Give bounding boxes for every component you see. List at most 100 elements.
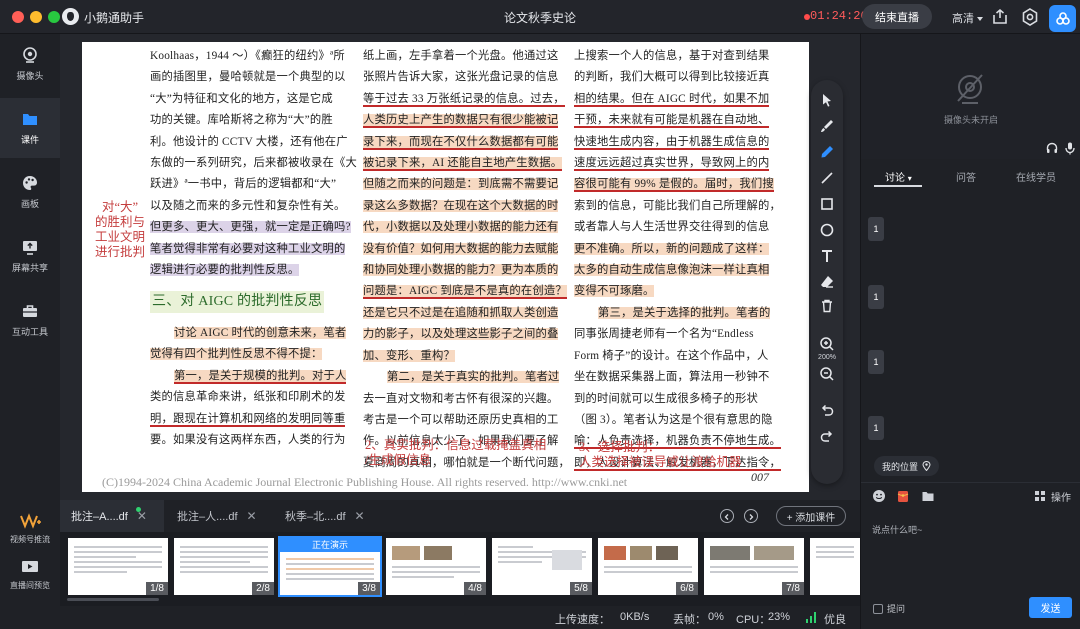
my-position-button[interactable]: 我的位置 (874, 456, 940, 476)
maximize-window-button[interactable] (48, 11, 60, 23)
circle-icon[interactable] (817, 220, 837, 240)
sidebar-label: 画板 (20, 199, 39, 209)
sidebar-item-courseware[interactable]: 课件 (0, 98, 60, 158)
doc-line: 的判断，我们大概可以得到比较接近真 (574, 71, 770, 84)
trash-icon[interactable] (817, 296, 837, 316)
folder-icon[interactable] (921, 489, 935, 503)
minimize-window-button[interactable] (30, 11, 42, 23)
toolbox-icon (23, 305, 37, 317)
thumbnail-page-5[interactable]: 5/8 (492, 538, 592, 595)
share-icon[interactable] (990, 7, 1010, 27)
pen-icon[interactable] (817, 142, 837, 162)
send-button[interactable]: 发送 (1029, 597, 1072, 618)
sidebar-label: 屏幕共享 (11, 263, 48, 273)
sidebar-item-camera[interactable]: 摄像头 (0, 34, 60, 94)
chevron-down-icon (977, 17, 983, 22)
doc-line: 坐在数据采集器上面，算法用一秒钟不 (574, 371, 770, 384)
thumbnail-page-7[interactable]: 7/8 (704, 538, 804, 595)
next-page-button[interactable] (744, 509, 758, 523)
line-icon[interactable] (817, 168, 837, 188)
close-window-button[interactable] (12, 11, 24, 23)
thumbnail-page-4[interactable]: 4/8 (386, 538, 486, 595)
sidebar-label: 视频号推流 (10, 535, 50, 544)
highlight-orange: 没有价值？如何用大数据的能力去赋能 (363, 242, 559, 255)
sidebar-item-screen-share[interactable]: 屏幕共享 (0, 226, 60, 286)
chat-message: 1 (868, 217, 884, 241)
highlight-orange: 太多的自动生成信息像泡沫一样让真相 (574, 264, 770, 277)
sidebar-item-interactive-tools[interactable]: 互动工具 (0, 290, 60, 350)
right-panel: 摄像头未开启 讨论 ▾ 问答 在线学员 1 1 1 1 我的位置 操作 说点什么… (860, 34, 1080, 629)
sidebar-item-whiteboard[interactable]: 画板 (0, 162, 60, 222)
thumbnail-page-1[interactable]: 1/8 (68, 538, 168, 595)
annotation-toolbar: 200% (811, 80, 843, 484)
tab-online-students[interactable]: 在线学员 (1016, 169, 1056, 184)
dropped-frames-value: 0% (708, 611, 724, 623)
thumbnail-page-6[interactable]: 6/8 (598, 538, 698, 595)
operations-button[interactable]: 操作 (1051, 489, 1071, 504)
doc-line: 被记录下来，AI 还能自主地产生数据。 (363, 153, 563, 174)
thumbnail-page-3[interactable]: 正在演示 3/8 (278, 536, 382, 597)
doc-line: 张照片告诉大家，这张光盘记录的信息 (363, 71, 559, 84)
underline-red: 等于过去 33 万张纸记录的信息。过去， (363, 92, 565, 107)
annotation-truth-critique: 2、真实批判：信息过载掩盖真相 /生成假信息 (365, 438, 546, 468)
close-icon[interactable]: ✕ (247, 509, 257, 523)
document-column-2: 纸上画，左手拿着一个光盘。他通过这 张照片告诉大家，这张光盘记录的信息 等于过去… (363, 46, 570, 474)
quality-select[interactable]: 高清 (952, 10, 983, 26)
doc-line: 明，跟现在计算机和网络的发明同等重 (150, 409, 356, 430)
doc-line: 笔者觉得非常有必要对这种工业文明的 (150, 239, 356, 260)
red-packet-icon[interactable] (896, 489, 910, 503)
cloud-icon (1055, 11, 1070, 25)
doc-line: 太多的自动生成信息像泡沫一样让真相 (574, 260, 779, 281)
microphone-icon[interactable] (1064, 141, 1076, 155)
document-page[interactable]: Koolhaas，1944 ～）《癫狂的纽约》ª所 画的插图里，曼哈顿就是一个典… (82, 42, 809, 492)
sidebar-item-preview[interactable]: 直播间预览 (0, 552, 60, 598)
annotation-choice-critique: 3、选择批判： 人类选择被误导或让渡给机器 (579, 440, 742, 470)
close-icon[interactable]: ✕ (355, 509, 365, 523)
brush-icon[interactable] (817, 116, 837, 136)
thumbnail-image (604, 546, 626, 560)
tab-label: 批注–A....df (71, 511, 128, 523)
settings-icon[interactable] (1020, 7, 1040, 27)
doc-line: 问题是：AIGC 到底是不是真的在创造？ (363, 281, 567, 302)
thumbnail-scrollbar[interactable] (67, 598, 159, 601)
undo-icon[interactable] (817, 400, 837, 420)
tab-label: 讨论 (885, 173, 905, 184)
highlight-purple: 但更多、更大、更强，就一定是正确吗? (150, 221, 351, 234)
thumbnail-page-8[interactable] (810, 538, 860, 595)
cloud-button[interactable] (1049, 5, 1076, 32)
annotation-line: 对“大” (101, 200, 139, 214)
tab-qa[interactable]: 问答 (956, 169, 976, 184)
thumbnail-page-2[interactable]: 2/8 (174, 538, 274, 595)
zoom-in-icon[interactable] (817, 334, 837, 354)
doc-line: 东做的一系列研究，后来都被收录在《大 (150, 157, 357, 170)
eraser-icon[interactable] (817, 272, 837, 292)
ask-question-checkbox[interactable]: 提问 (873, 602, 905, 615)
pointer-icon[interactable] (817, 90, 837, 110)
doc-line: 到的时间就可以生成很多椅子的形状 (574, 392, 758, 405)
tab-courseware-2[interactable]: 批注–人....df ✕ (164, 500, 272, 532)
highlight-underline: 问题是：AIGC 到底是不是真的在创造？ (363, 285, 567, 300)
redo-icon[interactable] (817, 426, 837, 446)
tab-courseware-1[interactable]: 批注–A....df ✕ (60, 500, 164, 532)
doc-line: Form 椅子”的设计。在这个作品中，人 (574, 349, 769, 362)
prev-page-button[interactable] (720, 509, 734, 523)
chat-input[interactable]: 说点什么吧~ (872, 523, 922, 536)
page-badge: 5/8 (570, 582, 592, 595)
tab-courseware-3[interactable]: 秋季–北....df ✕ (272, 500, 380, 532)
zoom-out-icon[interactable] (817, 364, 837, 384)
palette-icon (23, 176, 37, 190)
add-courseware-button[interactable]: + 添加课件 (776, 506, 846, 526)
highlight-orange: 觉得有四个批判性反思不得不提： (150, 348, 323, 361)
sidebar-item-video-channel[interactable]: 视频号推流 (0, 506, 60, 552)
doc-line: 变得不可琢磨。 (574, 281, 779, 302)
highlight-orange: 变得不可琢磨。 (574, 285, 655, 298)
underline-red: 快速地生成内容，由于机器生成信息的 (574, 135, 770, 150)
emoji-icon[interactable] (872, 489, 886, 503)
sidebar-label: 互动工具 (11, 327, 48, 337)
highlight-orange: 力的影子，以及处理这些影子之间的叠 (363, 328, 559, 341)
rectangle-icon[interactable] (817, 194, 837, 214)
end-live-button[interactable]: 结束直播 (862, 4, 932, 29)
headphone-icon[interactable] (1045, 141, 1059, 155)
text-icon[interactable] (817, 246, 837, 266)
tab-discussion[interactable]: 讨论 ▾ (885, 169, 912, 184)
